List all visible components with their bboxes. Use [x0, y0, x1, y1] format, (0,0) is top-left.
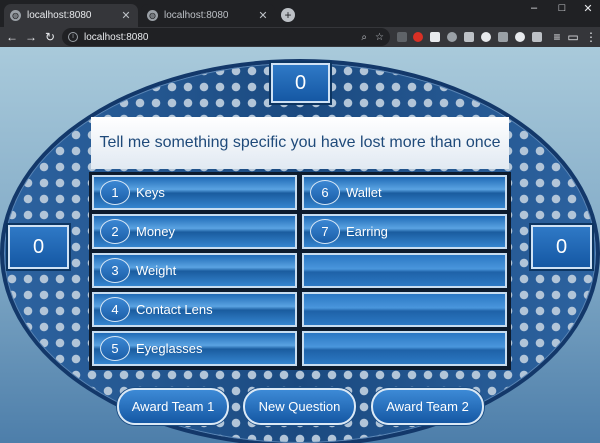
- extension-icon[interactable]: [397, 32, 407, 42]
- answer-slot-8[interactable]: [302, 253, 507, 288]
- media-queue-icon[interactable]: ≡: [550, 29, 564, 45]
- tab-close-icon[interactable]: ✕: [257, 9, 269, 22]
- answer-number: 7: [310, 219, 340, 244]
- address-bar[interactable]: i localhost:8080 ⌕ ☆: [62, 28, 390, 46]
- answer-number: 4: [100, 297, 130, 322]
- answer-text: Weight: [136, 263, 177, 278]
- reload-icon[interactable]: ↻: [43, 29, 57, 45]
- info-icon[interactable]: i: [68, 32, 78, 42]
- answer-slot-2[interactable]: 2 Money: [92, 214, 297, 249]
- award-team-2-button[interactable]: Award Team 2: [371, 388, 484, 425]
- answer-slot-3[interactable]: 3 Weight: [92, 253, 297, 288]
- answer-slot-4[interactable]: 4 Contact Lens: [92, 292, 297, 327]
- extension-icon[interactable]: [413, 32, 423, 42]
- browser-toolbar: ← → ↻ i localhost:8080 ⌕ ☆ ≡ ▭ ⋮: [0, 27, 600, 47]
- answer-slot-1[interactable]: 1 Keys: [92, 175, 297, 210]
- cast-icon[interactable]: ▭: [566, 29, 580, 45]
- answer-number: 3: [100, 258, 130, 283]
- extension-icon[interactable]: [532, 32, 542, 42]
- team-1-score: 0: [8, 225, 69, 269]
- answer-number: 1: [100, 180, 130, 205]
- tab-title: localhost:8080: [27, 10, 92, 21]
- url-text: localhost:8080: [84, 31, 149, 43]
- minimize-icon[interactable]: –: [524, 2, 544, 14]
- answer-slot-10[interactable]: [302, 331, 507, 366]
- game-page: 0 0 0 Tell me something specific you hav…: [0, 47, 600, 443]
- extension-icon[interactable]: [447, 32, 457, 42]
- back-icon[interactable]: ←: [5, 29, 19, 45]
- answer-number: 5: [100, 336, 130, 361]
- team-2-score: 0: [531, 225, 592, 269]
- forward-icon[interactable]: →: [24, 29, 38, 45]
- tab-localhost-inactive[interactable]: ◍ localhost:8080 ✕: [141, 4, 275, 27]
- answer-board: 1 Keys 2 Money 3 Weight 4 Contact Lens 5…: [89, 172, 511, 370]
- tab-strip: ◍ localhost:8080 ✕ ◍ localhost:8080 ✕ + …: [0, 0, 600, 27]
- answer-text: Eyeglasses: [136, 341, 203, 356]
- maximize-icon[interactable]: □: [552, 2, 572, 14]
- round-score: 0: [271, 63, 330, 103]
- award-team-1-button[interactable]: Award Team 1: [117, 388, 229, 425]
- extension-icon[interactable]: [464, 32, 474, 42]
- tab-localhost-active[interactable]: ◍ localhost:8080 ✕: [4, 4, 138, 27]
- answer-slot-7[interactable]: 7 Earring: [302, 214, 507, 249]
- new-question-button[interactable]: New Question: [243, 388, 356, 425]
- extension-icon[interactable]: [481, 32, 491, 42]
- extension-icon[interactable]: [430, 32, 440, 42]
- answer-text: Contact Lens: [136, 302, 213, 317]
- answer-text: Wallet: [346, 185, 382, 200]
- menu-icon[interactable]: ⋮: [584, 29, 598, 45]
- tab-close-icon[interactable]: ✕: [120, 9, 132, 22]
- answer-slot-6[interactable]: 6 Wallet: [302, 175, 507, 210]
- answer-slot-5[interactable]: 5 Eyeglasses: [92, 331, 297, 366]
- extension-icon[interactable]: [498, 32, 508, 42]
- answer-text: Earring: [346, 224, 388, 239]
- answer-text: Keys: [136, 185, 165, 200]
- tab-title: localhost:8080: [164, 10, 229, 21]
- globe-icon: ◍: [147, 10, 158, 21]
- answer-text: Money: [136, 224, 176, 239]
- answer-number: 6: [310, 180, 340, 205]
- globe-icon: ◍: [10, 10, 21, 21]
- answer-number: 2: [100, 219, 130, 244]
- answer-slot-9[interactable]: [302, 292, 507, 327]
- extension-icon[interactable]: [515, 32, 525, 42]
- new-tab-button[interactable]: +: [281, 8, 295, 22]
- close-window-icon[interactable]: ✕: [578, 2, 598, 15]
- bookmark-star-icon[interactable]: ☆: [375, 32, 384, 43]
- zoom-icon[interactable]: ⌕: [361, 32, 367, 43]
- question-text: Tell me something specific you have lost…: [91, 117, 509, 169]
